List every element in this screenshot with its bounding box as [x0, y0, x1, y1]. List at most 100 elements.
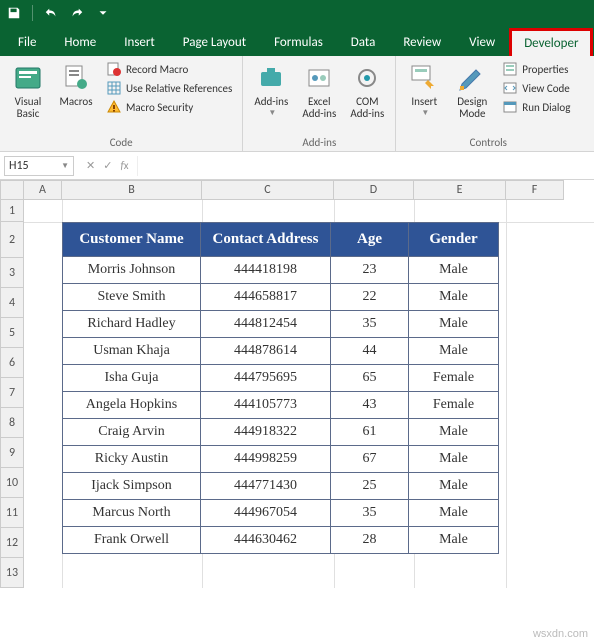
table-cell[interactable]: 28: [331, 527, 409, 554]
visual-basic-button[interactable]: Visual Basic: [6, 60, 50, 120]
table-cell[interactable]: 444771430: [201, 473, 331, 500]
tab-insert[interactable]: Insert: [110, 29, 169, 56]
table-cell[interactable]: 35: [331, 311, 409, 338]
tab-data[interactable]: Data: [337, 29, 390, 56]
table-cell[interactable]: 444998259: [201, 446, 331, 473]
addins-button[interactable]: Add-ins ▼: [249, 60, 293, 118]
table-cell[interactable]: 43: [331, 392, 409, 419]
table-cell[interactable]: 35: [331, 500, 409, 527]
insert-control-button[interactable]: Insert ▼: [402, 60, 446, 118]
table-cell[interactable]: 444630462: [201, 527, 331, 554]
table-cell[interactable]: 22: [331, 284, 409, 311]
table-cell[interactable]: Ricky Austin: [63, 446, 201, 473]
table-cell[interactable]: Usman Khaja: [63, 338, 201, 365]
macro-security-button[interactable]: Macro Security: [102, 98, 236, 116]
tab-review[interactable]: Review: [389, 29, 455, 56]
row-header[interactable]: 2: [0, 222, 24, 258]
row-header[interactable]: 7: [0, 378, 24, 408]
table-cell[interactable]: Male: [409, 311, 499, 338]
select-all-corner[interactable]: [0, 180, 24, 200]
row-header[interactable]: 13: [0, 558, 24, 588]
table-cell[interactable]: 444105773: [201, 392, 331, 419]
table-cell[interactable]: 61: [331, 419, 409, 446]
table-cell[interactable]: Female: [409, 365, 499, 392]
table-header[interactable]: Contact Address: [201, 223, 331, 257]
fx-icon[interactable]: fx: [120, 159, 128, 172]
tab-home[interactable]: Home: [50, 29, 110, 56]
table-cell[interactable]: Frank Orwell: [63, 527, 201, 554]
com-addins-button[interactable]: COM Add-ins: [345, 60, 389, 120]
relative-refs-button[interactable]: Use Relative References: [102, 79, 236, 97]
table-cell[interactable]: Morris Johnson: [63, 257, 201, 284]
view-code-button[interactable]: View Code: [498, 79, 574, 97]
properties-button[interactable]: Properties: [498, 60, 574, 78]
tab-file[interactable]: File: [4, 29, 50, 56]
macros-button[interactable]: Macros: [54, 60, 98, 108]
table-cell[interactable]: Steve Smith: [63, 284, 201, 311]
row-header[interactable]: 9: [0, 438, 24, 468]
row-header[interactable]: 8: [0, 408, 24, 438]
formula-input[interactable]: [137, 156, 594, 176]
cells-area[interactable]: Customer Name Contact Address Age Gender…: [24, 200, 594, 588]
table-cell[interactable]: 65: [331, 365, 409, 392]
table-cell[interactable]: 444918322: [201, 419, 331, 446]
table-cell[interactable]: Male: [409, 473, 499, 500]
row-header[interactable]: 4: [0, 288, 24, 318]
table-cell[interactable]: Richard Hadley: [63, 311, 201, 338]
table-cell[interactable]: Craig Arvin: [63, 419, 201, 446]
row-header[interactable]: 3: [0, 258, 24, 288]
table-header[interactable]: Customer Name: [63, 223, 201, 257]
table-cell[interactable]: 444878614: [201, 338, 331, 365]
table-header[interactable]: Age: [331, 223, 409, 257]
table-cell[interactable]: Angela Hopkins: [63, 392, 201, 419]
table-cell[interactable]: 23: [331, 257, 409, 284]
column-header[interactable]: F: [506, 180, 564, 200]
row-header[interactable]: 1: [0, 200, 24, 222]
tab-page-layout[interactable]: Page Layout: [169, 29, 260, 56]
column-header[interactable]: C: [202, 180, 334, 200]
table-cell[interactable]: 444418198: [201, 257, 331, 284]
table-cell[interactable]: 444795695: [201, 365, 331, 392]
tab-formulas[interactable]: Formulas: [260, 29, 337, 56]
table-cell[interactable]: Male: [409, 527, 499, 554]
save-icon[interactable]: [6, 5, 22, 21]
redo-icon[interactable]: [69, 5, 85, 21]
design-mode-button[interactable]: Design Mode: [450, 60, 494, 120]
column-header[interactable]: B: [62, 180, 202, 200]
row-header[interactable]: 6: [0, 348, 24, 378]
tab-developer[interactable]: Developer: [509, 28, 593, 56]
table-cell[interactable]: 44: [331, 338, 409, 365]
table-cell[interactable]: Male: [409, 284, 499, 311]
table-cell[interactable]: 444812454: [201, 311, 331, 338]
cancel-icon[interactable]: ✕: [86, 159, 95, 172]
table-cell[interactable]: 444658817: [201, 284, 331, 311]
qat-dropdown-icon[interactable]: [95, 5, 111, 21]
row-header[interactable]: 12: [0, 528, 24, 558]
column-header[interactable]: A: [24, 180, 62, 200]
table-cell[interactable]: Male: [409, 419, 499, 446]
table-header[interactable]: Gender: [409, 223, 499, 257]
table-cell[interactable]: Male: [409, 446, 499, 473]
row-header[interactable]: 11: [0, 498, 24, 528]
table-cell[interactable]: 444967054: [201, 500, 331, 527]
column-header[interactable]: D: [334, 180, 414, 200]
record-macro-button[interactable]: Record Macro: [102, 60, 236, 78]
row-header[interactable]: 10: [0, 468, 24, 498]
column-header[interactable]: E: [414, 180, 506, 200]
table-cell[interactable]: Marcus North: [63, 500, 201, 527]
table-cell[interactable]: Isha Guja: [63, 365, 201, 392]
row-header[interactable]: 5: [0, 318, 24, 348]
table-cell[interactable]: Male: [409, 338, 499, 365]
run-dialog-button[interactable]: Run Dialog: [498, 98, 574, 116]
table-cell[interactable]: 67: [331, 446, 409, 473]
excel-addins-button[interactable]: Excel Add-ins: [297, 60, 341, 120]
name-box[interactable]: H15 ▼: [4, 156, 74, 176]
table-cell[interactable]: Ijack Simpson: [63, 473, 201, 500]
tab-view[interactable]: View: [455, 29, 509, 56]
table-cell[interactable]: Male: [409, 500, 499, 527]
table-cell[interactable]: Male: [409, 257, 499, 284]
undo-icon[interactable]: [43, 5, 59, 21]
table-cell[interactable]: 25: [331, 473, 409, 500]
table-cell[interactable]: Female: [409, 392, 499, 419]
enter-icon[interactable]: ✓: [103, 159, 112, 172]
